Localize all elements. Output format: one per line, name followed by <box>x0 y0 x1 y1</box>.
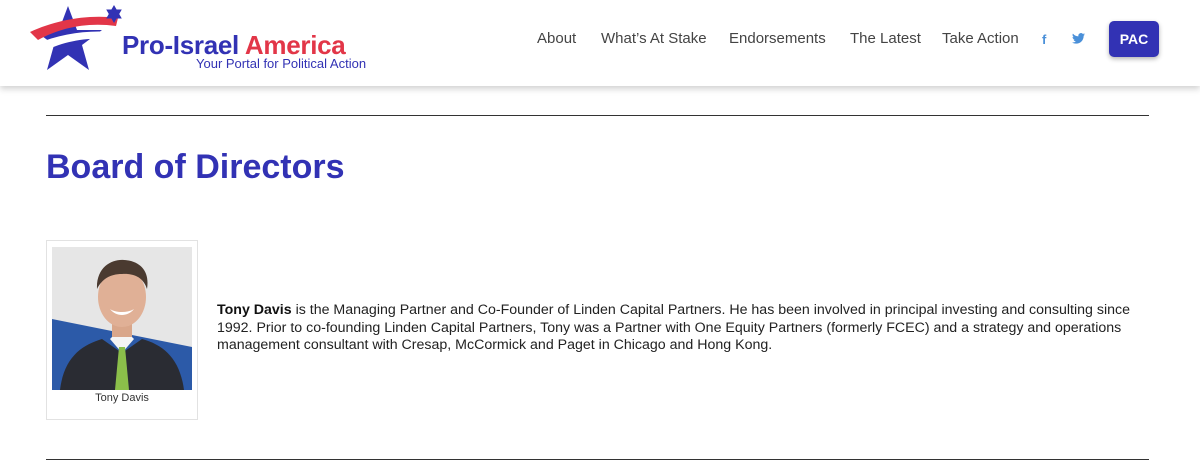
top-divider <box>46 115 1149 116</box>
site-header: Pro-Israel America Your Portal for Polit… <box>0 0 1200 86</box>
bottom-divider <box>46 459 1149 460</box>
nav-item-about[interactable]: About <box>537 30 576 47</box>
nav-item-take-action[interactable]: Take Action <box>942 30 1019 47</box>
director-bio: Tony Davis is the Managing Partner and C… <box>217 302 1152 355</box>
main-nav: About What’s At Stake Endorsements The L… <box>0 30 1200 50</box>
bio-name: Tony Davis <box>217 302 292 318</box>
pac-button[interactable]: PAC <box>1109 21 1159 57</box>
facebook-icon[interactable]: f <box>1042 32 1046 47</box>
nav-item-endorsements[interactable]: Endorsements <box>729 30 826 47</box>
photo-caption: Tony Davis <box>95 392 149 404</box>
nav-item-whats-at-stake[interactable]: What’s At Stake <box>601 30 707 47</box>
twitter-icon[interactable] <box>1072 32 1085 47</box>
director-photo-card: Tony Davis <box>46 240 198 420</box>
portrait-photo <box>52 247 192 390</box>
bio-text: is the Managing Partner and Co-Founder o… <box>217 302 1130 353</box>
page-title: Board of Directors <box>46 148 345 186</box>
nav-item-the-latest[interactable]: The Latest <box>850 30 921 47</box>
brand-tagline: Your Portal for Political Action <box>196 56 367 71</box>
